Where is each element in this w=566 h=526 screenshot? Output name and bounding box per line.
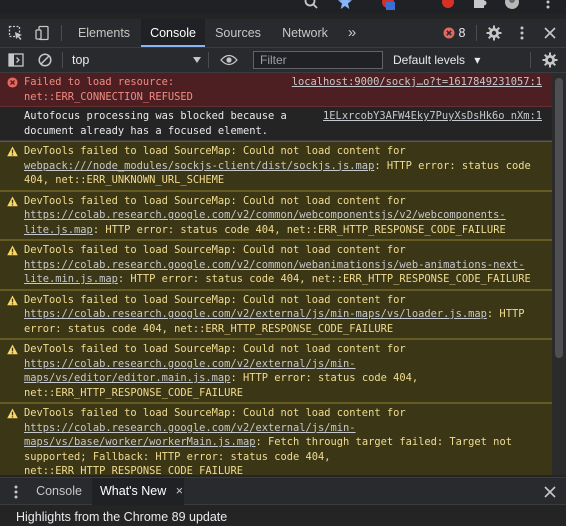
settings-gear-icon[interactable] [484, 19, 504, 47]
devtools-menu-icon[interactable] [512, 19, 532, 47]
drawer-tab-console[interactable]: Console [28, 478, 90, 505]
console-message-error[interactable]: localhost:9000/sockj…o?t=1617849231057:1… [0, 73, 552, 107]
tab-sources[interactable]: Sources [209, 19, 267, 47]
toolbar-divider [62, 52, 63, 68]
console-message-warning[interactable]: DevTools failed to load SourceMap: Could… [0, 190, 552, 240]
message-text: DevTools failed to load SourceMap: Could… [24, 407, 406, 419]
message-text: DevTools failed to load SourceMap: Could… [24, 244, 406, 256]
sourcemap-link[interactable]: webpack:///node_modules/sockjs-client/di… [24, 160, 374, 172]
drawer-menu-icon[interactable] [6, 478, 26, 505]
console-message-warning[interactable]: DevTools failed to load SourceMap: Could… [0, 289, 552, 339]
drawer-tab-whats-new[interactable]: What's New × [92, 478, 184, 505]
log-levels-label: Default levels [393, 53, 466, 67]
message-text: : HTTP error: status code 404, net::ERR_… [92, 223, 506, 236]
toolbar-divider [530, 52, 531, 68]
console-message-info[interactable]: 1ELxrcobY3AFW4Eky7PuyXsDsHk6o nXm:1 Auto… [0, 107, 552, 141]
message-text: DevTools failed to load SourceMap: Could… [24, 343, 406, 355]
console-message-warning[interactable]: DevTools failed to load SourceMap: Could… [0, 339, 552, 403]
source-link[interactable]: localhost:9000/sockj…o?t=1617849231057:1 [292, 75, 542, 90]
warning-triangle-icon [7, 195, 18, 206]
whats-new-heading: Highlights from the Chrome 89 update [16, 510, 228, 524]
live-expression-eye-icon[interactable] [218, 48, 240, 72]
error-count: 8 [458, 26, 466, 40]
chevron-down-icon: ▾ [474, 53, 481, 67]
warning-triangle-icon [7, 344, 18, 355]
drawer-tab-bar: Console What's New × [0, 477, 566, 505]
devtools-tab-bar: Elements Console Sources Network » 8 [0, 19, 566, 48]
message-text: Failed to load resource: net::ERR_CONNEC… [24, 76, 193, 103]
source-link[interactable]: 1ELxrcobY3AFW4Eky7PuyXsDsHk6o nXm:1 [323, 109, 542, 124]
toolbar-divider [476, 25, 477, 41]
message-text: DevTools failed to load SourceMap: Could… [24, 293, 406, 306]
console-message-warning[interactable]: DevTools failed to load SourceMap: Could… [0, 240, 552, 290]
show-sidebar-icon[interactable] [6, 48, 26, 72]
toolbar-divider [208, 52, 209, 68]
error-counter-button[interactable]: 8 [437, 19, 471, 47]
profile-avatar-icon[interactable] [504, 0, 520, 10]
console-message-warning[interactable]: DevTools failed to load SourceMap: Could… [0, 141, 552, 191]
device-toolbar-icon[interactable] [33, 19, 53, 47]
warning-triangle-icon [7, 294, 18, 305]
whats-new-panel: Highlights from the Chrome 89 update [0, 505, 566, 526]
close-tab-icon[interactable]: × [176, 484, 183, 498]
tab-console[interactable]: Console [141, 19, 205, 47]
sourcemap-link[interactable]: https://colab.research.google.com/v2/ext… [24, 308, 487, 320]
toolbar-divider [61, 25, 62, 41]
error-circle-icon [443, 27, 455, 39]
message-text: DevTools failed to load SourceMap: Could… [24, 194, 406, 207]
warning-triangle-icon [7, 408, 18, 419]
console-filter-input[interactable] [253, 51, 383, 69]
console-messages[interactable]: localhost:9000/sockj…o?t=1617849231057:1… [0, 73, 552, 475]
log-levels-dropdown[interactable]: Default levels ▾ [393, 48, 480, 72]
execution-context-selector[interactable]: top [72, 48, 89, 72]
puzzle-icon[interactable] [472, 0, 488, 10]
warning-triangle-icon [7, 245, 18, 256]
drawer-tab-label: What's New [100, 484, 167, 498]
error-circle-icon [7, 77, 18, 88]
close-devtools-icon[interactable] [540, 19, 560, 47]
message-text: DevTools failed to load SourceMap: Could… [24, 145, 406, 157]
search-icon[interactable] [303, 0, 319, 10]
close-drawer-icon[interactable] [540, 478, 560, 505]
message-text: Autofocus processing was blocked because… [24, 110, 287, 137]
context-dropdown-icon[interactable] [193, 57, 201, 63]
kebab-menu-icon[interactable] [540, 0, 556, 10]
message-text: : HTTP error: status code 404, net::ERR_… [117, 273, 531, 285]
warning-triangle-icon [7, 146, 18, 157]
more-tabs-button[interactable]: » [342, 19, 362, 47]
star-icon[interactable] [337, 0, 353, 10]
console-scrollbar-thumb[interactable] [555, 78, 563, 358]
clear-console-icon[interactable] [35, 48, 55, 72]
console-settings-gear-icon[interactable] [540, 48, 560, 72]
console-message-warning[interactable]: DevTools failed to load SourceMap: Could… [0, 403, 552, 475]
tab-network[interactable]: Network [274, 19, 336, 47]
extension-red-icon[interactable] [440, 0, 456, 10]
browser-toolbar-strip [0, 0, 566, 14]
inspect-element-icon[interactable] [6, 19, 26, 47]
tab-elements[interactable]: Elements [70, 19, 138, 47]
extension-icon[interactable] [380, 0, 396, 10]
console-toolbar: top Default levels ▾ [0, 48, 566, 73]
